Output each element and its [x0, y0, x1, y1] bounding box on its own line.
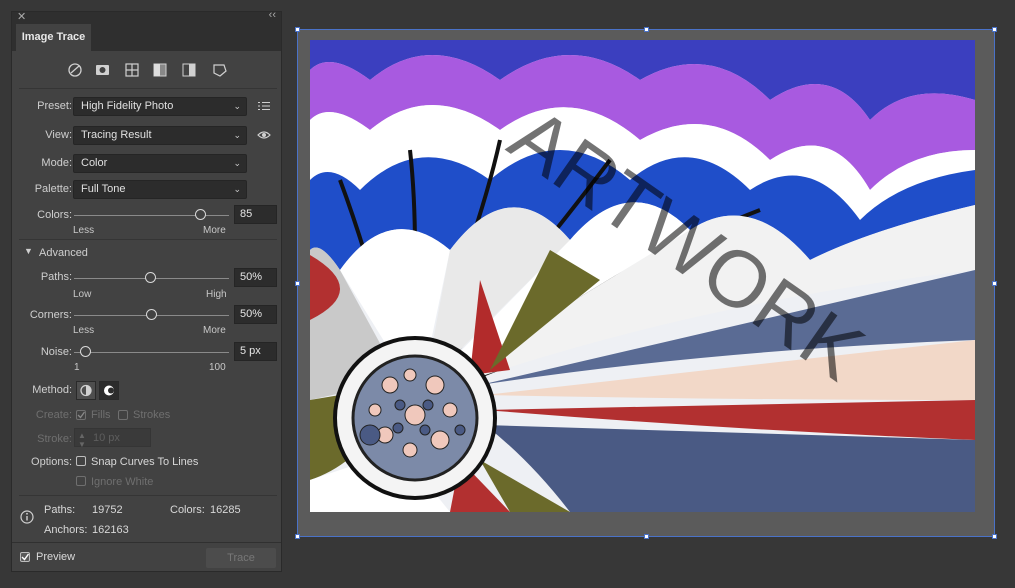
colors-slider-knob[interactable] — [195, 209, 206, 220]
method-buttons — [76, 381, 119, 400]
high-color-icon[interactable] — [96, 65, 109, 75]
advanced-toggle[interactable]: Advanced — [39, 247, 88, 259]
palette-value: Full Tone — [81, 183, 126, 195]
ignore-white-checkbox[interactable] — [76, 476, 86, 486]
stroke-label: Stroke: — [37, 433, 72, 445]
ignore-white-label: Ignore White — [91, 476, 154, 488]
chevron-down-icon: ⌄ — [233, 184, 241, 194]
mode-label: Mode: — [41, 157, 72, 169]
preset-label: Preset: — [37, 100, 72, 112]
chevron-down-icon: ⌄ — [233, 101, 241, 111]
stats-anchors-value: 162163 — [92, 524, 129, 536]
colors-min-label: Less — [73, 225, 95, 236]
snap-curves-label: Snap Curves To Lines — [91, 456, 199, 468]
grayscale-icon[interactable] — [153, 63, 167, 77]
black-white-icon[interactable] — [182, 63, 196, 77]
stroke-value: 10 px — [93, 432, 120, 444]
paths-slider-knob[interactable] — [145, 272, 156, 283]
method-label: Method: — [32, 384, 72, 396]
corners-label: Corners: — [29, 309, 72, 321]
chevron-down-icon: ⌄ — [233, 130, 241, 140]
resize-handle-n[interactable] — [644, 27, 649, 32]
snap-curves-checkbox[interactable] — [76, 456, 86, 466]
noise-min-label: 1 — [74, 362, 80, 373]
fills-label: Fills — [91, 409, 111, 421]
tab-image-trace[interactable]: Image Trace — [16, 24, 91, 51]
close-icon[interactable]: ✕ — [17, 10, 26, 23]
noise-label: Noise: — [40, 346, 72, 358]
stats-anchors-label: Anchors: — [44, 524, 88, 536]
paths-label: Paths: — [40, 271, 72, 283]
low-color-icon[interactable] — [125, 63, 139, 77]
resize-handle-e[interactable] — [992, 281, 997, 286]
stats-colors-label: Colors: — [170, 504, 205, 516]
overlapping-method-icon[interactable] — [99, 381, 119, 400]
divider — [19, 88, 277, 89]
corners-max-label: More — [203, 325, 226, 336]
trace-button[interactable]: Trace — [206, 548, 276, 568]
image-trace-panel: ✕ ‹‹ Image Trace Preset: High Fidelity P… — [11, 9, 282, 572]
options-label: Options: — [31, 456, 72, 468]
outline-icon[interactable] — [213, 64, 227, 77]
paths-max-label: High — [206, 289, 227, 300]
chevron-down-icon: ⌄ — [233, 158, 241, 168]
colors-label: Colors: — [37, 209, 72, 221]
resize-handle-w[interactable] — [295, 281, 300, 286]
checkmark-icon — [77, 411, 85, 419]
strokes-label: Strokes — [133, 409, 171, 421]
corners-min-label: Less — [73, 325, 95, 336]
mode-value: Color — [81, 157, 108, 169]
resize-handle-se[interactable] — [992, 534, 997, 539]
preview-checkbox[interactable] — [20, 552, 30, 562]
eye-icon[interactable] — [257, 130, 271, 140]
divider — [19, 495, 277, 496]
stroke-stepper[interactable]: ▲ ▼ 10 px — [74, 428, 151, 449]
fills-checkbox[interactable] — [76, 410, 86, 420]
preview-label: Preview — [36, 551, 76, 563]
divider — [19, 239, 277, 240]
colors-input[interactable]: 85 — [234, 205, 277, 224]
paths-min-label: Low — [73, 289, 92, 300]
view-label: View: — [45, 129, 72, 141]
view-value: Tracing Result — [81, 129, 152, 141]
colors-max-label: More — [203, 225, 226, 236]
selection-bounding-box — [297, 29, 995, 537]
palette-label: Palette: — [34, 183, 72, 195]
resize-handle-nw[interactable] — [295, 27, 300, 32]
preset-icons-row — [68, 63, 227, 77]
mode-dropdown[interactable]: Color ⌄ — [73, 154, 247, 173]
noise-slider-knob[interactable] — [80, 346, 91, 357]
auto-color-icon[interactable] — [68, 63, 82, 77]
create-label: Create: — [35, 409, 72, 421]
view-dropdown[interactable]: Tracing Result ⌄ — [73, 126, 247, 145]
noise-input[interactable]: 5 px — [234, 342, 277, 361]
noise-slider-track[interactable] — [74, 352, 229, 353]
divider — [12, 542, 281, 543]
preset-dropdown[interactable]: High Fidelity Photo ⌄ — [73, 97, 247, 116]
panel-tab-bar: Image Trace — [12, 24, 281, 51]
resize-handle-ne[interactable] — [992, 27, 997, 32]
strokes-checkbox[interactable] — [118, 410, 128, 420]
corners-slider-knob[interactable] — [146, 309, 157, 320]
disclosure-triangle-icon[interactable]: ▼ — [24, 246, 33, 256]
info-icon — [20, 510, 34, 524]
resize-handle-sw[interactable] — [295, 534, 300, 539]
corners-input[interactable]: 50% — [234, 305, 277, 324]
resize-handle-s[interactable] — [644, 534, 649, 539]
stats-colors-value: 16285 — [210, 504, 241, 516]
paths-input[interactable]: 50% — [234, 268, 277, 287]
preset-value: High Fidelity Photo — [81, 100, 174, 112]
preset-manager-icon[interactable] — [258, 101, 270, 111]
panel-title-bar: ✕ ‹‹ — [12, 9, 281, 24]
checkmark-icon — [21, 553, 29, 561]
abutting-method-icon[interactable] — [76, 381, 96, 400]
stats-paths-value: 19752 — [92, 504, 123, 516]
collapse-icon[interactable]: ‹‹ — [269, 9, 276, 21]
stats-paths-label: Paths: — [44, 504, 76, 516]
stepper-arrows-icon[interactable]: ▲ ▼ — [78, 431, 86, 449]
palette-dropdown[interactable]: Full Tone ⌄ — [73, 180, 247, 199]
noise-max-label: 100 — [209, 362, 226, 373]
